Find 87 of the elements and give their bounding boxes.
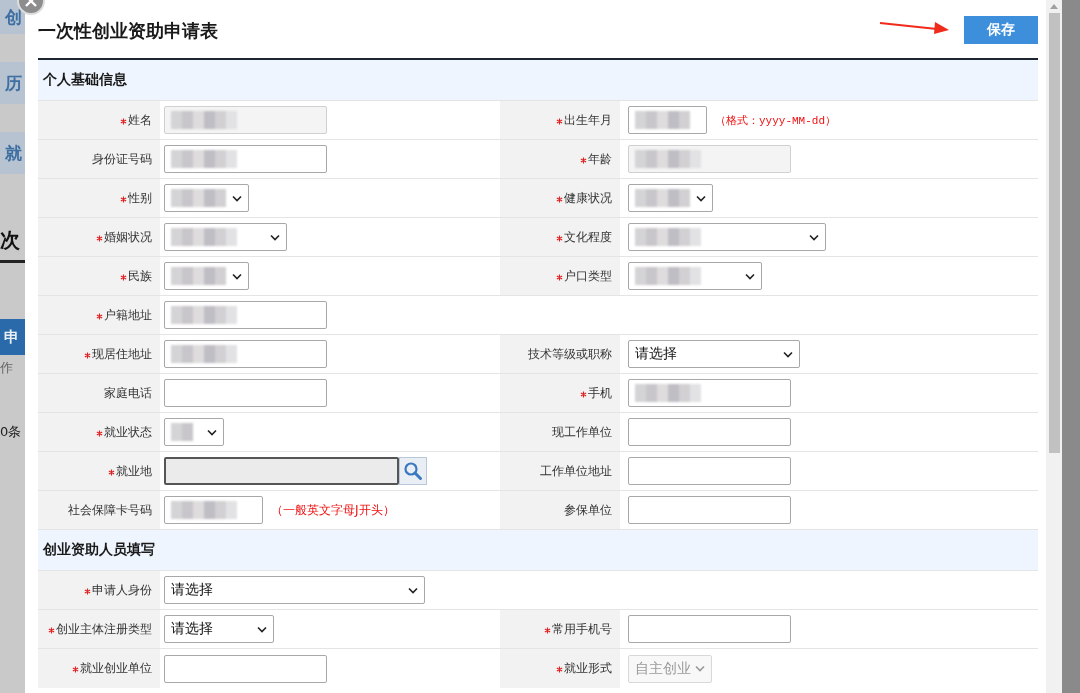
caret-icon: [207, 428, 217, 436]
input-field[interactable]: [164, 496, 263, 524]
field-label: 性别: [120, 189, 152, 207]
field-label: 技术等级或职称: [528, 345, 612, 363]
caret-icon: [809, 233, 819, 241]
input-field[interactable]: [628, 379, 791, 407]
caret-icon: [745, 272, 755, 280]
field-label: 现居住地址: [84, 345, 152, 363]
select-field[interactable]: [628, 262, 762, 290]
field-label: 就业地: [108, 462, 152, 480]
arrow-drawing: [879, 19, 951, 35]
background-count: 0条: [0, 423, 23, 441]
select-field[interactable]: 请选择: [164, 576, 425, 604]
redacted-value: [635, 266, 701, 286]
select-field[interactable]: [164, 418, 224, 446]
redacted-value: [635, 383, 701, 403]
select-field[interactable]: 请选择: [628, 340, 800, 368]
redacted-value: [171, 110, 237, 130]
redacted-value: [635, 149, 701, 169]
redacted-value: [171, 266, 226, 286]
field-label: 社会保障卡号码: [68, 501, 152, 519]
input-field[interactable]: [164, 145, 327, 173]
field-label: 姓名: [120, 111, 152, 129]
select-field[interactable]: [628, 184, 713, 212]
format-hint: （一般英文字母J开头）: [271, 501, 395, 519]
caret-icon: [695, 665, 705, 672]
redacted-value: [171, 227, 237, 247]
input-field[interactable]: [164, 340, 327, 368]
search-button[interactable]: [399, 457, 427, 485]
redacted-value: [635, 188, 690, 208]
caret-icon: [232, 194, 242, 202]
format-hint: （格式：yyyy-MM-dd）: [715, 113, 836, 128]
redacted-value: [171, 188, 226, 208]
scroll-up-icon[interactable]: [1050, 4, 1058, 9]
redacted-value: [171, 305, 237, 325]
input-field[interactable]: [628, 418, 791, 446]
field-label: 就业创业单位: [72, 660, 152, 677]
field-label: 手机: [580, 384, 612, 402]
scrollbar[interactable]: [1046, 0, 1062, 693]
field-label: 就业形式: [556, 660, 612, 677]
field-label: 文化程度: [556, 228, 612, 246]
redacted-value: [171, 422, 193, 442]
caret-icon: [783, 350, 793, 358]
caret-icon: [257, 625, 267, 633]
select-field[interactable]: [164, 262, 249, 290]
field-label: 就业状态: [96, 423, 152, 441]
redacted-value: [171, 500, 237, 520]
scrollbar-thumb[interactable]: [1048, 13, 1060, 453]
field-label: 婚姻状况: [96, 228, 152, 246]
select-field[interactable]: [164, 223, 287, 251]
section-title: 个人基础信息: [43, 71, 127, 89]
caret-icon: [408, 586, 418, 594]
field-label: 出生年月: [556, 111, 612, 129]
caret-icon: [232, 272, 242, 280]
dialog-title: 一次性创业资助申请表: [38, 19, 218, 43]
redacted-value: [171, 344, 237, 364]
input-field[interactable]: [628, 496, 791, 524]
section-title: 创业资助人员填写: [43, 541, 155, 559]
redacted-value: [171, 149, 237, 169]
background-text: 作: [0, 359, 14, 377]
field-label: 常用手机号: [544, 620, 612, 638]
field-label: 申请人身份: [84, 581, 152, 599]
field-label: 工作单位地址: [540, 462, 612, 480]
field-label: 户口类型: [556, 267, 612, 285]
input-field[interactable]: [164, 654, 327, 683]
field-label: 年龄: [580, 150, 612, 168]
search-icon: [403, 461, 423, 481]
select-field[interactable]: [628, 223, 826, 251]
field-label: 参保单位: [564, 501, 612, 519]
field-label: 身份证号码: [92, 150, 152, 168]
field-label: 创业主体注册类型: [48, 620, 152, 638]
field-label: 民族: [120, 267, 152, 285]
caret-icon: [696, 194, 706, 202]
field-label: 户籍地址: [96, 306, 152, 324]
redacted-value: [635, 110, 690, 130]
input-field[interactable]: [628, 615, 791, 643]
caret-icon: [270, 233, 280, 241]
input-field[interactable]: [628, 106, 707, 134]
field-label: 健康状况: [556, 189, 612, 207]
redacted-value: [635, 227, 701, 247]
input-field[interactable]: [164, 379, 327, 407]
input-field[interactable]: [164, 301, 327, 329]
field-label: 家庭电话: [104, 384, 152, 402]
input-field[interactable]: [628, 457, 791, 485]
select-field[interactable]: [164, 184, 249, 212]
field-label: 现工作单位: [552, 423, 612, 441]
select-field[interactable]: 请选择: [164, 615, 274, 643]
